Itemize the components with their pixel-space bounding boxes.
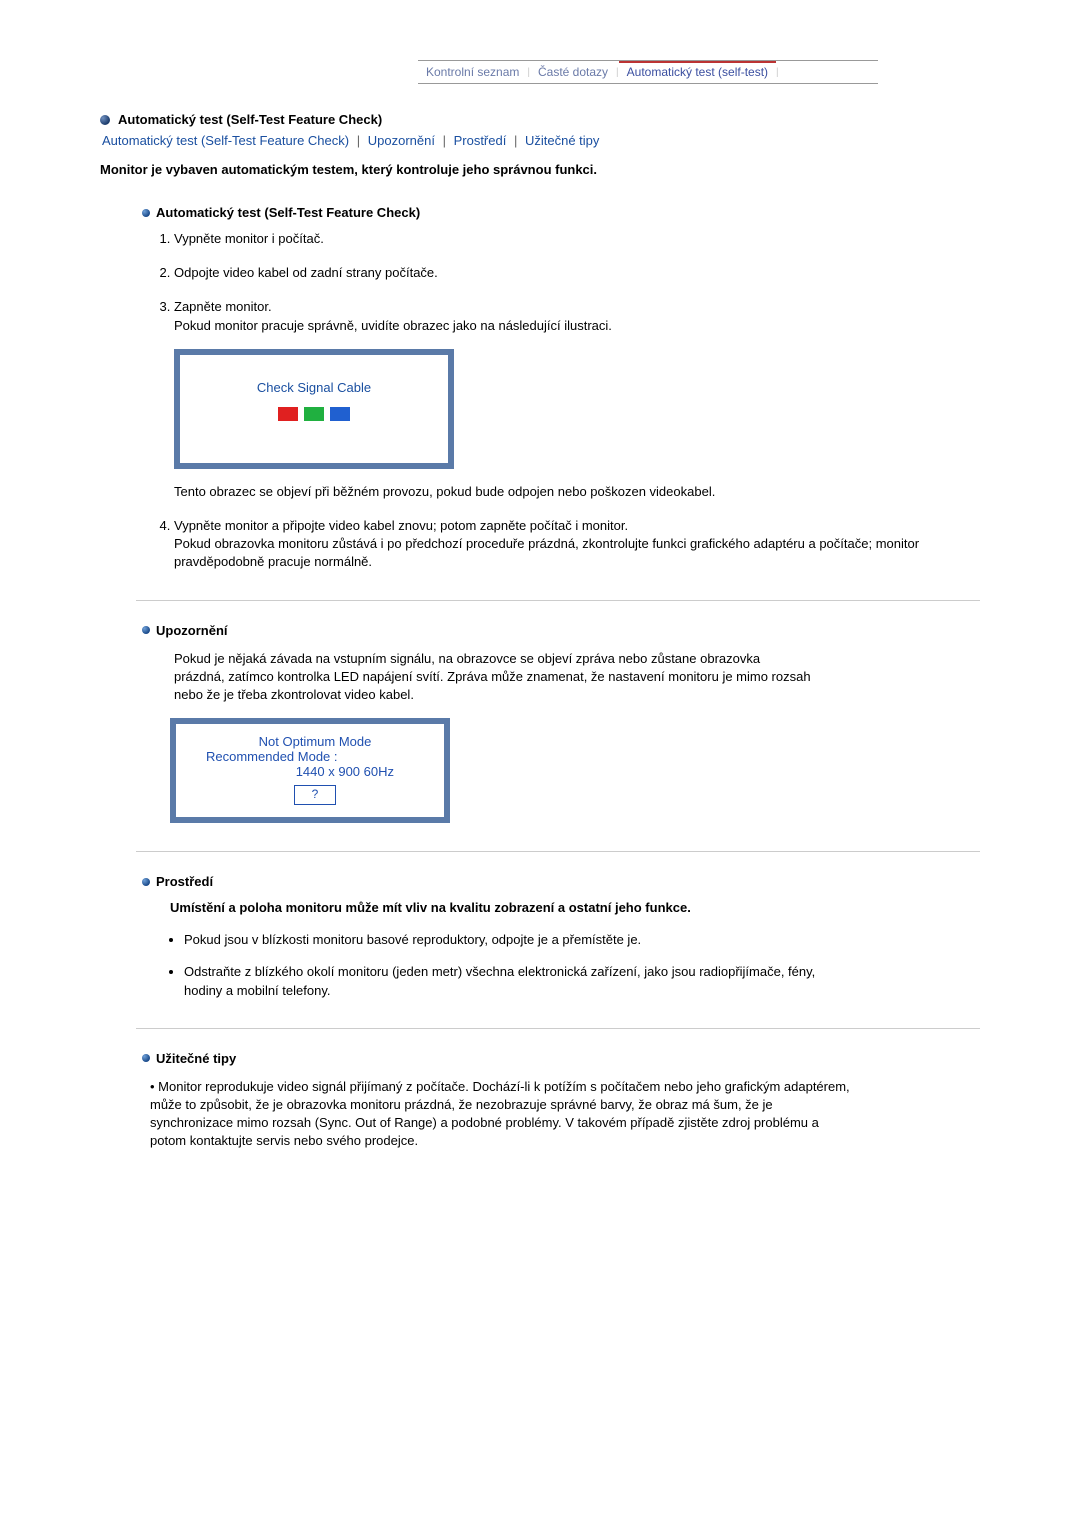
- step-3-line1: Zapněte monitor.: [174, 299, 272, 314]
- bullet-icon: [142, 209, 150, 217]
- warning-body: Pokud je nějaká závada na vstupním signá…: [174, 650, 814, 705]
- anchor-warning[interactable]: Upozornění: [368, 133, 435, 148]
- separator: |: [439, 133, 450, 148]
- intro-text: Monitor je vybaven automatickým testem, …: [100, 162, 980, 177]
- step-4: Vypněte monitor a připojte video kabel z…: [174, 517, 980, 572]
- illustration-check-signal: Check Signal Cable: [174, 349, 454, 469]
- separator: |: [353, 133, 364, 148]
- divider: [136, 600, 980, 601]
- section-title-selftest: Automatický test (Self-Test Feature Chec…: [156, 205, 420, 220]
- bullet-icon: [100, 115, 110, 125]
- ill-line-2: Recommended Mode :: [206, 749, 424, 764]
- tab-checklist[interactable]: Kontrolní seznam: [418, 61, 527, 83]
- section-title-tips: Užitečné tipy: [156, 1051, 236, 1066]
- page-title: Automatický test (Self-Test Feature Chec…: [118, 112, 382, 127]
- ill-line-3: 1440 x 900 60Hz: [206, 764, 424, 779]
- tips-body: Monitor reprodukuje video signál přijíma…: [150, 1078, 850, 1151]
- step-4-line2: Pokud obrazovka monitoru zůstává i po př…: [174, 536, 919, 569]
- square-blue: [330, 407, 350, 421]
- steps-list: Vypněte monitor i počítač. Odpojte video…: [156, 230, 980, 572]
- environment-list: Pokud jsou v blízkosti monitoru basové r…: [170, 931, 824, 1000]
- bullet-icon: [142, 878, 150, 886]
- step-4-line1: Vypněte monitor a připojte video kabel z…: [174, 518, 628, 533]
- section-title-environment: Prostředí: [156, 874, 213, 889]
- divider: [136, 851, 980, 852]
- illustration-not-optimum: Not Optimum Mode Recommended Mode : 1440…: [170, 718, 450, 823]
- tabs: Kontrolní seznam | Časté dotazy | Automa…: [418, 60, 878, 84]
- step-2: Odpojte video kabel od zadní strany počí…: [174, 264, 980, 282]
- separator: |: [510, 133, 521, 148]
- step-1: Vypněte monitor i počítač.: [174, 230, 980, 248]
- bullet-icon: [142, 1054, 150, 1062]
- env-item-1: Pokud jsou v blízkosti monitoru basové r…: [184, 931, 824, 949]
- step-3: Zapněte monitor. Pokud monitor pracuje s…: [174, 298, 980, 501]
- square-red: [278, 407, 298, 421]
- environment-intro: Umístění a poloha monitoru může mít vliv…: [170, 899, 790, 917]
- anchor-nav: Automatický test (Self-Test Feature Chec…: [102, 133, 980, 148]
- anchor-tips[interactable]: Užitečné tipy: [525, 133, 599, 148]
- env-item-2: Odstraňte z blízkého okolí monitoru (jed…: [184, 963, 824, 999]
- tab-separator: |: [776, 67, 779, 78]
- step-3-line2: Pokud monitor pracuje správně, uvidíte o…: [174, 318, 612, 333]
- step-3-note: Tento obrazec se objeví při běžném provo…: [174, 484, 715, 499]
- square-green: [304, 407, 324, 421]
- divider: [136, 1028, 980, 1029]
- ill-line-1: Not Optimum Mode: [206, 734, 424, 749]
- ill-button: ?: [294, 785, 336, 805]
- section-title-warning: Upozornění: [156, 623, 228, 638]
- illustration-text: Check Signal Cable: [257, 379, 371, 397]
- tab-selftest[interactable]: Automatický test (self-test): [619, 61, 776, 83]
- bullet-icon: [142, 626, 150, 634]
- anchor-selftest[interactable]: Automatický test (Self-Test Feature Chec…: [102, 133, 349, 148]
- tab-faq[interactable]: Časté dotazy: [530, 61, 616, 83]
- anchor-environment[interactable]: Prostředí: [454, 133, 507, 148]
